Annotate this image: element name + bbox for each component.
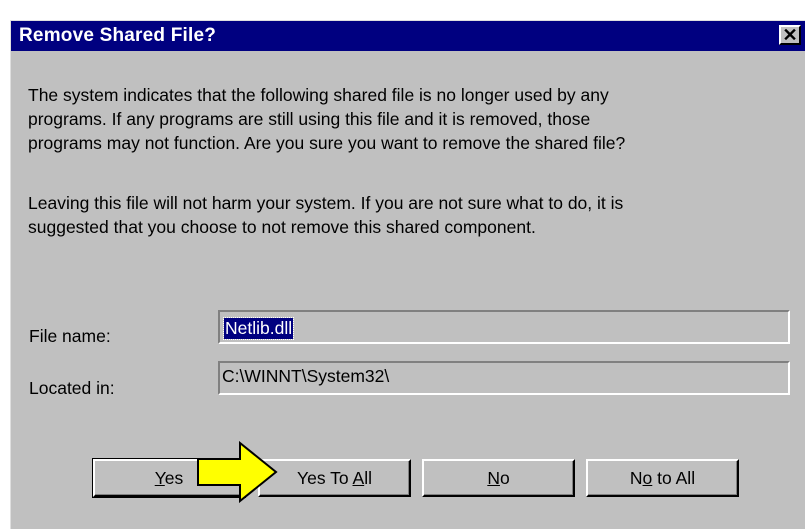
located-in-field[interactable]: C:\WINNT\System32\ [218, 361, 790, 395]
remove-shared-file-dialog: Remove Shared File? ✕ The system indicat… [10, 20, 805, 529]
file-name-value: Netlib.dll [222, 317, 295, 340]
yes-accelerator: Y [154, 468, 165, 488]
no-button[interactable]: No [422, 459, 575, 497]
located-in-value: C:\WINNT\System32\ [222, 366, 390, 386]
advice-message-line-2: suggested that you choose to not remove … [28, 217, 536, 237]
no-to-all-button[interactable]: No to All [586, 459, 739, 497]
close-icon: ✕ [782, 25, 798, 45]
no-to-all-accelerator: o [642, 468, 653, 488]
yes-to-all-button[interactable]: Yes To All [258, 459, 411, 497]
advice-message: Leaving this file will not harm your sys… [28, 191, 788, 239]
arrow-pointer-icon [197, 441, 278, 503]
warning-message: The system indicates that the following … [28, 83, 788, 155]
located-in-label: Located in: [29, 378, 115, 398]
warning-message-line-3: programs may not function. Are you sure … [28, 133, 626, 153]
warning-message-line-1: The system indicates that the following … [28, 85, 609, 105]
file-name-field[interactable]: Netlib.dll [218, 310, 790, 344]
advice-message-line-1: Leaving this file will not harm your sys… [28, 193, 624, 213]
dialog-title: Remove Shared File? [19, 25, 217, 46]
no-accelerator: N [487, 468, 500, 488]
close-button[interactable]: ✕ [779, 25, 801, 45]
yes-to-all-accelerator: A [352, 468, 365, 488]
title-bar: Remove Shared File? ✕ [11, 21, 805, 51]
file-name-label: File name: [29, 326, 111, 346]
warning-message-line-2: programs. If any programs are still usin… [28, 109, 591, 129]
